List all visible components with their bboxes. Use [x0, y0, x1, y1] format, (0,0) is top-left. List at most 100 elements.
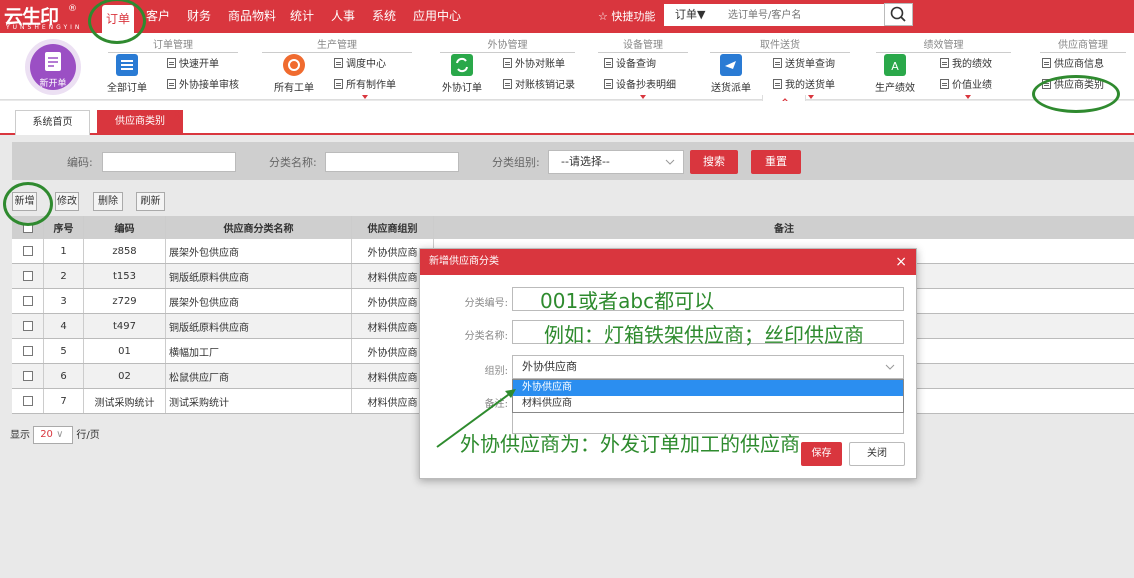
all-orders-label: 全部订单	[107, 83, 147, 94]
equipment-query-link[interactable]: 设备查询	[604, 58, 656, 72]
expand-caret-icon[interactable]	[640, 95, 646, 99]
value-performance-link[interactable]: 价值业绩	[940, 79, 992, 93]
reconcile-records-link[interactable]: 对账核销记录	[503, 79, 575, 93]
quick-order-label: 快速开单	[179, 59, 219, 70]
name-filter-input[interactable]	[325, 152, 459, 172]
all-orders-button[interactable]: 全部订单	[104, 51, 150, 94]
tab-supplier-category[interactable]: 供应商类别	[97, 110, 183, 135]
doc-icon	[604, 58, 613, 68]
my-delivery-link[interactable]: 我的送货单	[773, 79, 835, 93]
index-cell: 4	[44, 314, 84, 338]
row-checkbox[interactable]	[22, 346, 33, 356]
delivery-query-link[interactable]: 送货单查询	[773, 58, 835, 72]
nav-app-center[interactable]: 应用中心	[413, 0, 461, 33]
group-filter-select[interactable]: --请选择--	[548, 150, 684, 174]
outsource-orders-button[interactable]: 外协订单	[438, 51, 486, 94]
group-dropdown-list: 外协供应商 材料供应商	[512, 379, 904, 413]
quick-order-link[interactable]: 快速开单	[167, 58, 219, 72]
refresh-button[interactable]: 刷新	[136, 192, 165, 211]
cancel-button[interactable]: 关闭	[849, 442, 905, 466]
nav-finance[interactable]: 财务	[187, 0, 211, 33]
outsource-review-link[interactable]: 外协接单审核	[167, 79, 239, 93]
nav-statistics[interactable]: 统计	[290, 0, 314, 33]
nav-system[interactable]: 系统	[372, 0, 396, 33]
code-cell: t497	[84, 314, 166, 338]
expand-caret-icon[interactable]	[808, 95, 814, 99]
row-checkbox[interactable]	[22, 321, 33, 331]
row-checkbox[interactable]	[22, 246, 33, 256]
doc-icon	[334, 79, 343, 89]
doc-icon	[167, 79, 176, 89]
row-checkbox[interactable]	[22, 271, 33, 281]
production-performance-label: 生产绩效	[875, 83, 915, 94]
production-performance-button[interactable]: A 生产绩效	[870, 51, 920, 94]
delivery-dispatch-button[interactable]: 送货派单	[706, 51, 756, 94]
code-cell: t153	[84, 264, 166, 288]
edit-button[interactable]: 修改	[55, 192, 79, 211]
row-select-cell	[12, 389, 44, 413]
annotation-circle-supplier-category	[1032, 75, 1120, 113]
reset-filter-button[interactable]: 重置	[751, 150, 801, 174]
remark-label: 备注:	[484, 399, 508, 410]
nav-products[interactable]: 商品物料	[228, 0, 276, 33]
delete-button[interactable]: 删除	[93, 192, 123, 211]
row-checkbox[interactable]	[22, 296, 33, 306]
search-button[interactable]	[884, 3, 913, 26]
outsource-statement-link[interactable]: 外协对账单	[503, 58, 565, 72]
doc-icon	[334, 58, 343, 68]
page-size-select[interactable]: 20 ∨	[33, 426, 74, 444]
doc-icon	[940, 58, 949, 68]
search-filter-button[interactable]: 搜索	[690, 150, 738, 174]
page-size-value: 20	[40, 429, 53, 440]
app-logo: 云生印 ® YUNSHENGYIN	[4, 3, 79, 31]
new-order-label: 新开单	[39, 79, 67, 89]
name-cell: 松鼠供应厂商	[166, 364, 352, 388]
search-type-select[interactable]: 订单▼	[664, 4, 724, 26]
doc-icon	[503, 58, 512, 68]
code-cell: 02	[84, 364, 166, 388]
all-jobs-button[interactable]: 所有工单	[270, 51, 318, 94]
new-order-button[interactable]: 新开单	[24, 38, 82, 96]
all-work-orders-link[interactable]: 所有制作单	[334, 79, 396, 93]
doc-icon	[773, 58, 782, 68]
code-cell: z858	[84, 239, 166, 263]
expand-caret-icon[interactable]	[362, 95, 368, 99]
doc-icon	[604, 79, 613, 89]
dialog-header: 新增供应商分类 ×	[420, 249, 916, 275]
code-cell: 01	[84, 339, 166, 363]
group-select[interactable]: 外协供应商	[512, 355, 904, 379]
tab-home[interactable]: 系统首页	[15, 110, 90, 135]
equipment-query-label: 设备查询	[616, 59, 656, 70]
logo-registered: ®	[68, 4, 77, 14]
category-name-label: 分类名称:	[464, 331, 508, 342]
close-icon[interactable]: ×	[895, 249, 907, 275]
row-checkbox[interactable]	[22, 396, 33, 406]
row-select-cell	[12, 289, 44, 313]
nav-hr[interactable]: 人事	[331, 0, 355, 33]
save-button[interactable]: 保存	[801, 442, 842, 466]
quick-functions-link[interactable]: ☆ 快捷功能	[598, 0, 655, 33]
search-input[interactable]	[728, 6, 878, 24]
dropdown-option-material[interactable]: 材料供应商	[513, 396, 903, 412]
header-group: 供应商组别	[352, 216, 434, 239]
ribbon-toolbar: 新开单 订单管理 全部订单 快速开单 外协接单审核 生产管理 所有工单 调度中心…	[0, 33, 1134, 105]
nav-customers[interactable]: 客户	[146, 0, 170, 33]
dropdown-option-outsource[interactable]: 外协供应商	[513, 380, 903, 396]
group-title-supplier: 供应商管理	[1040, 36, 1126, 53]
name-cell: 铜版纸原料供应商	[166, 314, 352, 338]
row-checkbox[interactable]	[22, 371, 33, 381]
delivery-icon	[720, 54, 742, 76]
delivery-dispatch-label: 送货派单	[711, 83, 751, 94]
expand-caret-icon[interactable]	[965, 95, 971, 99]
logo-subtext: YUNSHENGYIN	[6, 24, 83, 31]
my-performance-link[interactable]: 我的绩效	[940, 58, 992, 72]
dispatch-center-link[interactable]: 调度中心	[334, 58, 386, 72]
outsource-orders-label: 外协订单	[442, 83, 482, 94]
dialog-title: 新增供应商分类	[429, 256, 499, 267]
supplier-info-link[interactable]: 供应商信息	[1042, 58, 1104, 72]
meter-detail-link[interactable]: 设备抄表明细	[604, 79, 676, 93]
tab-close-icon[interactable]: ×	[172, 108, 181, 121]
code-filter-input[interactable]	[102, 152, 236, 172]
pager-suffix: 行/页	[76, 430, 100, 441]
doc-icon	[1042, 58, 1051, 68]
